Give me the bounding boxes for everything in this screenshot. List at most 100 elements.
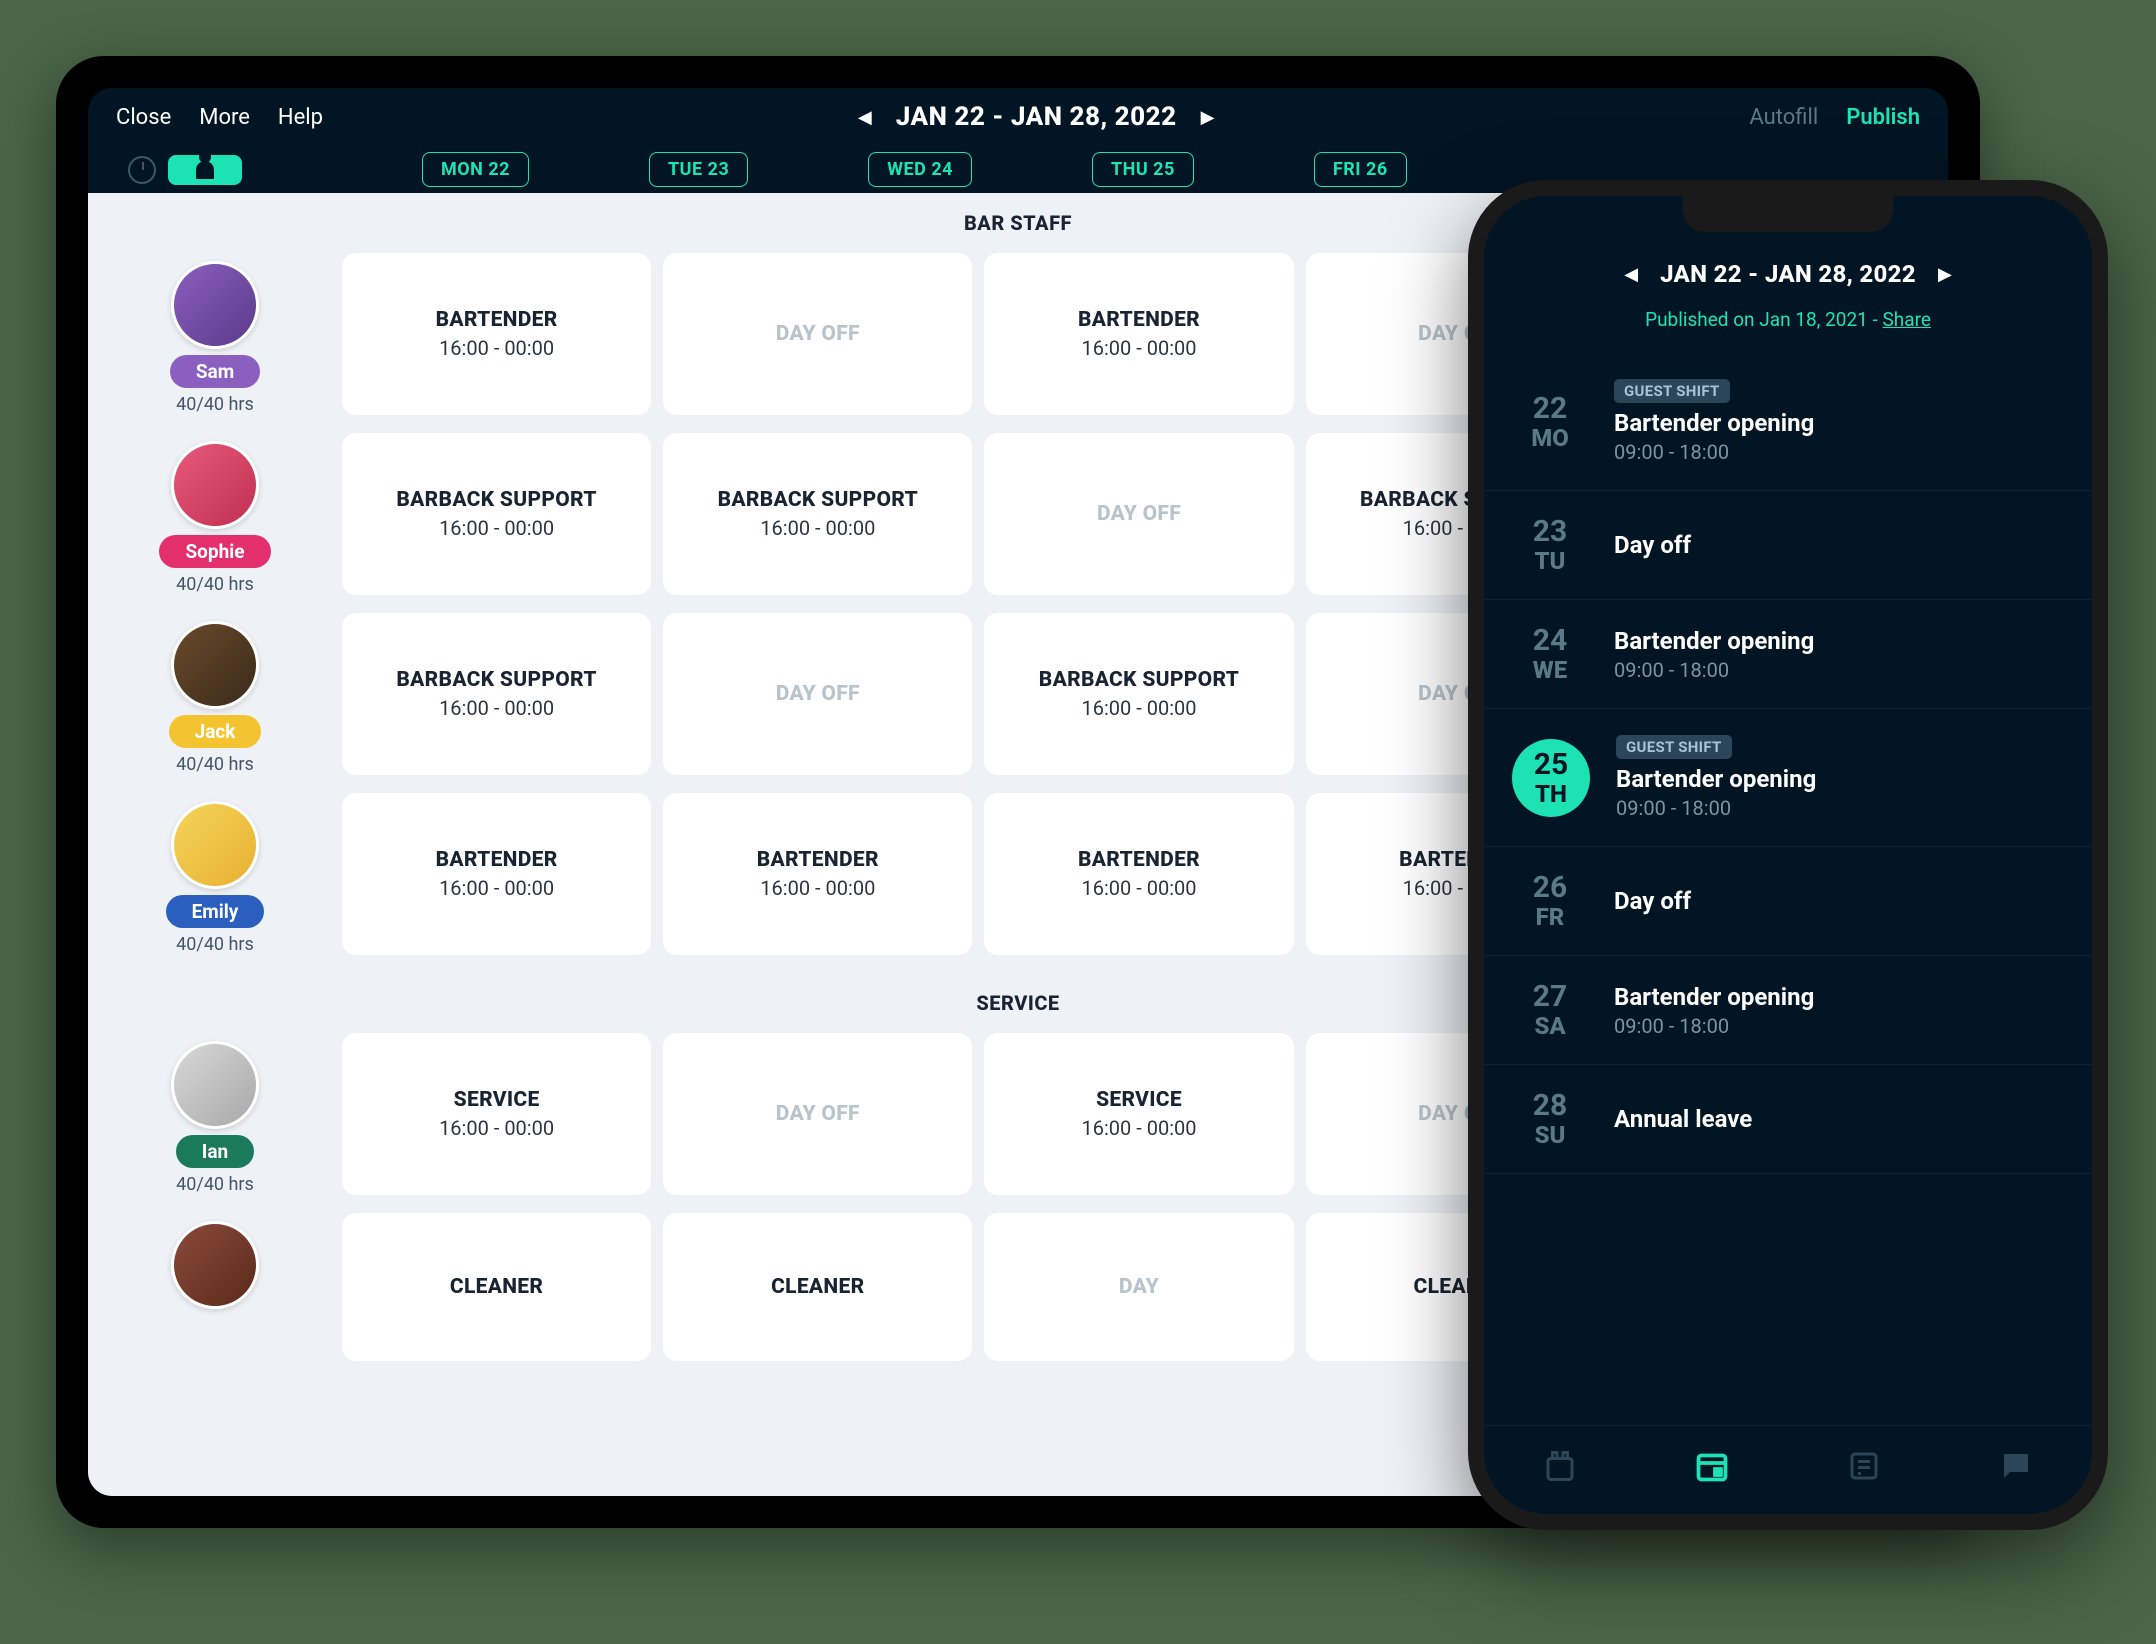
- name-pill[interactable]: Sophie: [159, 535, 270, 568]
- staff-col: Emily 40/40 hrs: [100, 793, 330, 955]
- hours-label: 40/40 hrs: [176, 934, 254, 955]
- shift-card[interactable]: BARBACK SUPPORT16:00 - 00:00: [342, 613, 651, 775]
- shift-card[interactable]: CLEANER: [342, 1213, 651, 1361]
- shift-time: 16:00 - 00:00: [439, 516, 554, 540]
- publish-button[interactable]: Publish: [1846, 105, 1920, 130]
- date-block: 24WE: [1512, 626, 1588, 682]
- avatar[interactable]: [171, 1221, 259, 1309]
- item-content: Annual leave: [1614, 1105, 2064, 1133]
- help-button[interactable]: Help: [278, 105, 323, 130]
- day-chip-0[interactable]: MON 22: [422, 152, 529, 187]
- name-pill[interactable]: Emily: [166, 895, 265, 928]
- close-button[interactable]: Close: [116, 105, 171, 130]
- shift-title: Bartender opening: [1614, 409, 2064, 437]
- name-pill[interactable]: Ian: [176, 1135, 254, 1168]
- date-num: 25: [1534, 750, 1568, 780]
- date-block: 26FR: [1512, 873, 1588, 929]
- tab-home-icon[interactable]: [1540, 1446, 1580, 1486]
- shift-card[interactable]: DAY OFF: [663, 1033, 972, 1195]
- share-link[interactable]: Share: [1883, 308, 1931, 331]
- shift-card[interactable]: DAY OFF: [663, 613, 972, 775]
- date-day: SA: [1534, 1014, 1565, 1038]
- date-num: 28: [1533, 1091, 1567, 1121]
- view-toggle: [128, 155, 242, 185]
- date-block: 22MO: [1512, 394, 1588, 450]
- phone-frame: ◀ JAN 22 - JAN 28, 2022 ▶ Published on J…: [1468, 180, 2108, 1530]
- day-chip-1[interactable]: TUE 23: [649, 152, 748, 187]
- shift-role: DAY: [1119, 1275, 1159, 1299]
- shift-card[interactable]: BARBACK SUPPORT 16:00 - 00:00: [984, 613, 1293, 775]
- person-view-toggle[interactable]: [168, 155, 242, 185]
- shift-card[interactable]: BARBACK SUPPORT 16:00 - 00:00: [342, 433, 651, 595]
- shift-role: BARTENDER: [436, 848, 558, 872]
- topbar-left: Close More Help: [116, 105, 323, 130]
- phone-notch: [1683, 196, 1893, 232]
- day-chip-4[interactable]: FRI 26: [1314, 152, 1407, 187]
- tab-tasks-icon[interactable]: [1844, 1446, 1884, 1486]
- item-content: Day off: [1614, 887, 2064, 915]
- shift-time: 09:00 - 18:00: [1614, 658, 2064, 682]
- shift-role: CLEANER: [771, 1275, 864, 1299]
- name-pill[interactable]: Jack: [169, 715, 262, 748]
- phone-next-button[interactable]: ▶: [1938, 264, 1952, 285]
- phone-shift-item[interactable]: 26FR Day off: [1484, 847, 2092, 956]
- staff-col: Sophie40/40 hrs: [100, 433, 330, 595]
- shift-time: 16:00 - 00:00: [439, 876, 554, 900]
- prev-week-button[interactable]: ◀: [858, 107, 872, 128]
- shift-time: 16:00 - 00:00: [1081, 336, 1196, 360]
- shift-card[interactable]: CLEANER: [663, 1213, 972, 1361]
- shift-card[interactable]: DAY OFF: [663, 253, 972, 415]
- shift-card[interactable]: SERVICE16:00 - 00:00: [342, 1033, 651, 1195]
- shift-card[interactable]: DAY: [984, 1213, 1293, 1361]
- shift-role: BARBACK SUPPORT: [1039, 668, 1239, 692]
- avatar[interactable]: [171, 801, 259, 889]
- phone-shift-list[interactable]: 22MOGUEST SHIFTBartender opening09:00 - …: [1484, 353, 2092, 1425]
- date-block: 25TH: [1512, 739, 1590, 817]
- name-pill[interactable]: Sam: [170, 355, 260, 388]
- date-day: TU: [1535, 549, 1566, 573]
- shift-card[interactable]: SERVICE16:00 - 00:00: [984, 1033, 1293, 1195]
- shift-role: BARTENDER: [436, 308, 558, 332]
- avatar[interactable]: [171, 261, 259, 349]
- shift-card[interactable]: BARTENDER16:00 - 00:00: [984, 253, 1293, 415]
- shift-card[interactable]: BARTENDER16:00 - 00:00: [663, 793, 972, 955]
- phone-shift-item[interactable]: 22MOGUEST SHIFTBartender opening09:00 - …: [1484, 353, 2092, 491]
- next-week-button[interactable]: ▶: [1201, 107, 1215, 128]
- shift-role: BARBACK SUPPORT: [396, 488, 596, 512]
- day-chip-2[interactable]: WED 24: [868, 152, 972, 187]
- shift-role: DAY OFF: [776, 322, 860, 346]
- week-nav: ◀ JAN 22 - JAN 28, 2022 ▶: [323, 102, 1749, 132]
- phone-shift-item[interactable]: 24WEBartender opening09:00 - 18:00: [1484, 600, 2092, 709]
- phone-shift-item[interactable]: 28SU Annual leave: [1484, 1065, 2092, 1174]
- autofill-button[interactable]: Autofill: [1749, 105, 1818, 130]
- date-day: MO: [1531, 426, 1569, 450]
- shift-role: BARTENDER: [1078, 848, 1200, 872]
- shift-role: CLEANER: [450, 1275, 543, 1299]
- shift-card[interactable]: BARBACK SUPPORT16:00 - 00:00: [663, 433, 972, 595]
- topbar: Close More Help ◀ JAN 22 - JAN 28, 2022 …: [88, 88, 1948, 146]
- tab-calendar-icon[interactable]: [1692, 1446, 1732, 1486]
- shift-role: BARTENDER: [757, 848, 879, 872]
- shift-card[interactable]: BARTENDER16:00 - 00:00: [342, 253, 651, 415]
- date-num: 23: [1533, 517, 1567, 547]
- tab-chat-icon[interactable]: [1996, 1446, 2036, 1486]
- shift-card[interactable]: BARTENDER16:00 - 00:00: [984, 793, 1293, 955]
- shift-card[interactable]: DAY OFF: [984, 433, 1293, 595]
- shift-time: 09:00 - 18:00: [1614, 440, 2064, 464]
- shift-role: DAY OFF: [776, 682, 860, 706]
- date-day: FR: [1536, 905, 1565, 929]
- day-chip-3[interactable]: THU 25: [1092, 152, 1194, 187]
- phone-shift-item[interactable]: 23TUDay off: [1484, 491, 2092, 600]
- phone-shift-item[interactable]: 25THGUEST SHIFTBartender opening09:00 - …: [1484, 709, 2092, 847]
- shift-time: 16:00 - 00:00: [1081, 696, 1196, 720]
- clock-icon[interactable]: [128, 156, 156, 184]
- phone-shift-item[interactable]: 27SABartender opening09:00 - 18:00: [1484, 956, 2092, 1065]
- avatar[interactable]: [171, 1041, 259, 1129]
- more-button[interactable]: More: [199, 105, 250, 130]
- date-block: 28SU: [1512, 1091, 1588, 1147]
- avatar[interactable]: [171, 621, 259, 709]
- avatar[interactable]: [171, 441, 259, 529]
- hours-label: 40/40 hrs: [176, 394, 254, 415]
- phone-prev-button[interactable]: ◀: [1624, 264, 1638, 285]
- shift-card[interactable]: BARTENDER 16:00 - 00:00: [342, 793, 651, 955]
